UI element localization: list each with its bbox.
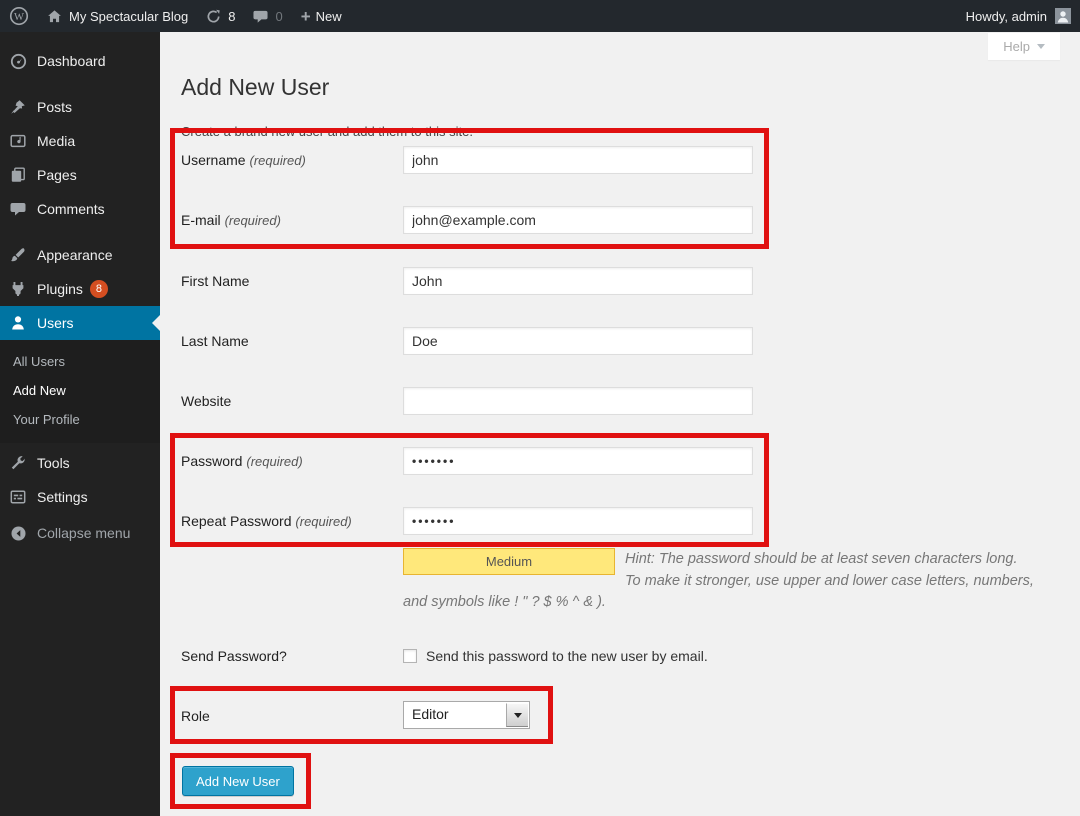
username-label: Username (required) <box>181 152 396 168</box>
comments-indicator[interactable]: 0 <box>244 0 291 32</box>
role-select[interactable]: Editor <box>403 701 530 729</box>
role-label: Role <box>181 708 396 724</box>
sliders-icon <box>8 489 28 505</box>
svg-text:W: W <box>14 12 24 23</box>
last-name-label: Last Name <box>181 333 396 349</box>
first-name-input[interactable] <box>403 267 753 295</box>
pin-icon <box>8 99 28 115</box>
sidebar-item-tools[interactable]: Tools <box>0 446 160 480</box>
comments-icon <box>8 201 28 217</box>
sidebar-item-collapse-menu[interactable]: Collapse menu <box>0 516 160 550</box>
username-input[interactable] <box>403 146 753 174</box>
submenu-item-your-profile[interactable]: Your Profile <box>0 405 160 434</box>
sidebar-item-appearance[interactable]: Appearance <box>0 238 160 272</box>
site-name-link[interactable]: My Spectacular Blog <box>38 0 197 32</box>
password-label: Password (required) <box>181 453 396 469</box>
page-subtitle: Create a brand new user and add them to … <box>181 124 473 139</box>
email-input[interactable] <box>403 206 753 234</box>
admin-sidebar: Dashboard Posts Media Pages <box>0 32 160 816</box>
new-label: New <box>316 9 342 24</box>
wrench-icon <box>8 455 28 471</box>
password-input[interactable] <box>403 447 753 475</box>
role-selected-value: Editor <box>404 702 505 728</box>
submenu-item-add-new[interactable]: Add New <box>0 376 160 405</box>
repeat-password-input[interactable] <box>403 507 753 535</box>
sidebar-item-plugins[interactable]: Plugins 8 <box>0 272 160 306</box>
dropdown-arrow-icon <box>514 713 522 718</box>
sidebar-item-dashboard[interactable]: Dashboard <box>0 44 160 78</box>
page-title: Add New User <box>181 74 329 101</box>
howdy-account-link[interactable]: Howdy, admin <box>966 9 1047 24</box>
pages-icon <box>8 167 28 183</box>
email-label: E-mail (required) <box>181 212 396 228</box>
first-name-label: First Name <box>181 273 396 289</box>
updates-indicator[interactable]: 8 <box>197 0 244 32</box>
last-name-input[interactable] <box>403 327 753 355</box>
sidebar-item-media[interactable]: Media <box>0 124 160 158</box>
dashboard-icon <box>8 53 28 70</box>
plus-icon: + <box>301 8 311 25</box>
collapse-arrow-icon <box>8 525 28 542</box>
users-submenu: All Users Add New Your Profile <box>0 340 160 443</box>
send-password-label: Send Password? <box>181 648 396 664</box>
submenu-item-all-users[interactable]: All Users <box>0 347 160 376</box>
wordpress-logo-icon: W <box>9 6 29 26</box>
website-input[interactable] <box>403 387 753 415</box>
repeat-password-label: Repeat Password (required) <box>181 513 396 529</box>
sidebar-item-users[interactable]: Users <box>0 306 160 340</box>
sidebar-item-settings[interactable]: Settings <box>0 480 160 514</box>
add-new-user-button[interactable]: Add New User <box>182 766 294 796</box>
plugins-update-badge: 8 <box>90 280 108 298</box>
password-strength-indicator: Medium <box>403 548 615 575</box>
help-button[interactable]: Help <box>988 33 1060 60</box>
update-count: 8 <box>228 9 235 24</box>
sidebar-item-pages[interactable]: Pages <box>0 158 160 192</box>
chevron-down-icon <box>1037 44 1045 49</box>
site-name: My Spectacular Blog <box>69 9 188 24</box>
comment-bubble-icon <box>253 9 268 24</box>
media-icon <box>8 133 28 149</box>
user-icon <box>8 315 28 331</box>
sidebar-item-posts[interactable]: Posts <box>0 90 160 124</box>
plug-icon <box>8 281 28 297</box>
dropdown-arrow-button[interactable] <box>506 703 528 727</box>
send-password-checkbox-label[interactable]: Send this password to the new user by em… <box>426 648 708 664</box>
send-password-checkbox[interactable] <box>403 649 417 663</box>
sidebar-item-comments[interactable]: Comments <box>0 192 160 226</box>
main-content: Help Add New User Create a brand new use… <box>160 32 1080 816</box>
updates-icon <box>206 9 221 24</box>
admin-bar: W My Spectacular Blog 8 0 + New Howdy, a… <box>0 0 1080 32</box>
brush-icon <box>8 247 28 263</box>
home-icon <box>47 9 62 24</box>
wordpress-menu-button[interactable]: W <box>0 0 38 32</box>
new-content-button[interactable]: + New <box>292 0 351 32</box>
comment-count: 0 <box>275 9 282 24</box>
avatar[interactable] <box>1055 8 1071 24</box>
website-label: Website <box>181 393 396 409</box>
